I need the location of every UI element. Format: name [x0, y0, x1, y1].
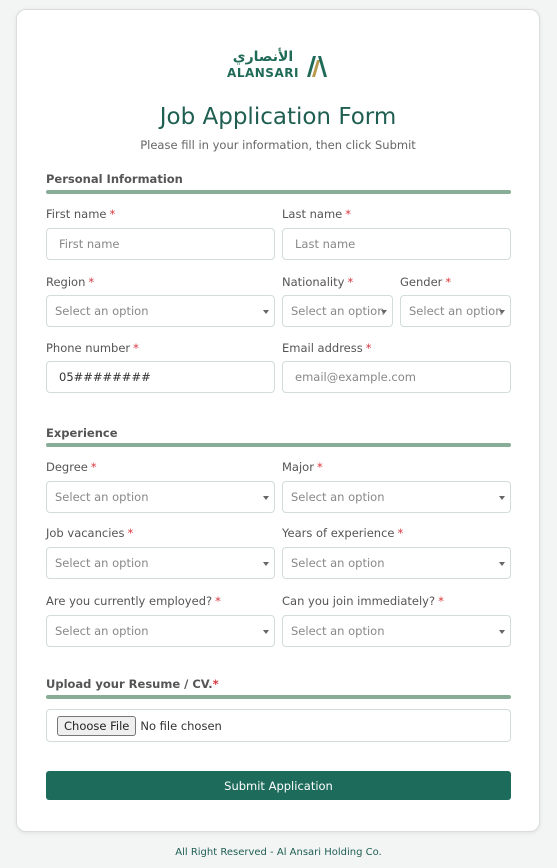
- nationality-label: Nationality *: [282, 275, 354, 289]
- email-input[interactable]: email@example.com: [282, 361, 511, 393]
- page-subtitle: Please fill in your information, then cl…: [140, 138, 416, 152]
- experience-section-title: Experience: [46, 426, 118, 440]
- chevron-down-icon: [499, 562, 505, 566]
- page-title: Job Application Form: [159, 104, 397, 130]
- chevron-down-icon: [499, 496, 505, 500]
- gender-label: Gender *: [400, 275, 452, 289]
- nationality-select[interactable]: Select an option: [282, 295, 393, 327]
- region-label: Region *: [46, 275, 95, 289]
- major-select[interactable]: Select an option: [282, 481, 511, 513]
- chevron-down-icon: [263, 562, 269, 566]
- years-experience-select[interactable]: Select an option: [282, 547, 511, 579]
- region-select[interactable]: Select an option: [46, 295, 275, 327]
- footer-text: All Right Reserved - Al Ansari Holding C…: [175, 847, 382, 858]
- email-label: Email address *: [282, 341, 372, 355]
- chevron-down-icon: [263, 496, 269, 500]
- currently-employed-select[interactable]: Select an option: [46, 615, 275, 647]
- degree-label: Degree *: [46, 460, 97, 474]
- file-status-text: No file chosen: [140, 718, 222, 733]
- job-vacancies-select[interactable]: Select an option: [46, 547, 275, 579]
- first-name-label: First name *: [46, 207, 116, 221]
- experience-section-divider: [46, 443, 511, 447]
- join-immediately-select[interactable]: Select an option: [282, 615, 511, 647]
- chevron-down-icon: [499, 630, 505, 634]
- logo-english-text: ALANSARI: [227, 66, 299, 80]
- upload-section-title: Upload your Resume / CV.*: [46, 677, 219, 691]
- personal-section-title: Personal Information: [46, 172, 183, 186]
- major-label: Major *: [282, 460, 323, 474]
- gender-select[interactable]: Select an option: [400, 295, 511, 327]
- chevron-down-icon: [263, 310, 269, 314]
- last-name-label: Last name *: [282, 207, 351, 221]
- job-vacancies-label: Job vacancies *: [46, 526, 134, 540]
- phone-input[interactable]: 05########: [46, 361, 275, 393]
- submit-application-button[interactable]: Submit Application: [46, 771, 511, 800]
- currently-employed-label: Are you currently employed? *: [46, 594, 221, 608]
- logo-mark-icon: [306, 55, 327, 77]
- form-card: الأنصاري ALANSARI Job Application Form P…: [16, 9, 540, 832]
- chevron-down-icon: [499, 310, 505, 314]
- chevron-down-icon: [381, 310, 387, 314]
- degree-select[interactable]: Select an option: [46, 481, 275, 513]
- first-name-input[interactable]: First name: [46, 228, 275, 260]
- choose-file-button[interactable]: Choose File: [57, 715, 137, 736]
- alansari-logo: الأنصاري ALANSARI: [17, 50, 539, 79]
- personal-section-divider: [46, 190, 511, 194]
- join-immediately-label: Can you join immediately? *: [282, 594, 444, 608]
- last-name-input[interactable]: Last name: [282, 228, 511, 260]
- resume-file-input: Choose File No file chosen: [46, 709, 511, 742]
- years-experience-label: Years of experience *: [282, 526, 404, 540]
- logo-arabic-text: الأنصاري: [232, 49, 294, 65]
- upload-section-divider: [46, 695, 511, 699]
- chevron-down-icon: [263, 630, 269, 634]
- phone-label: Phone number *: [46, 341, 139, 355]
